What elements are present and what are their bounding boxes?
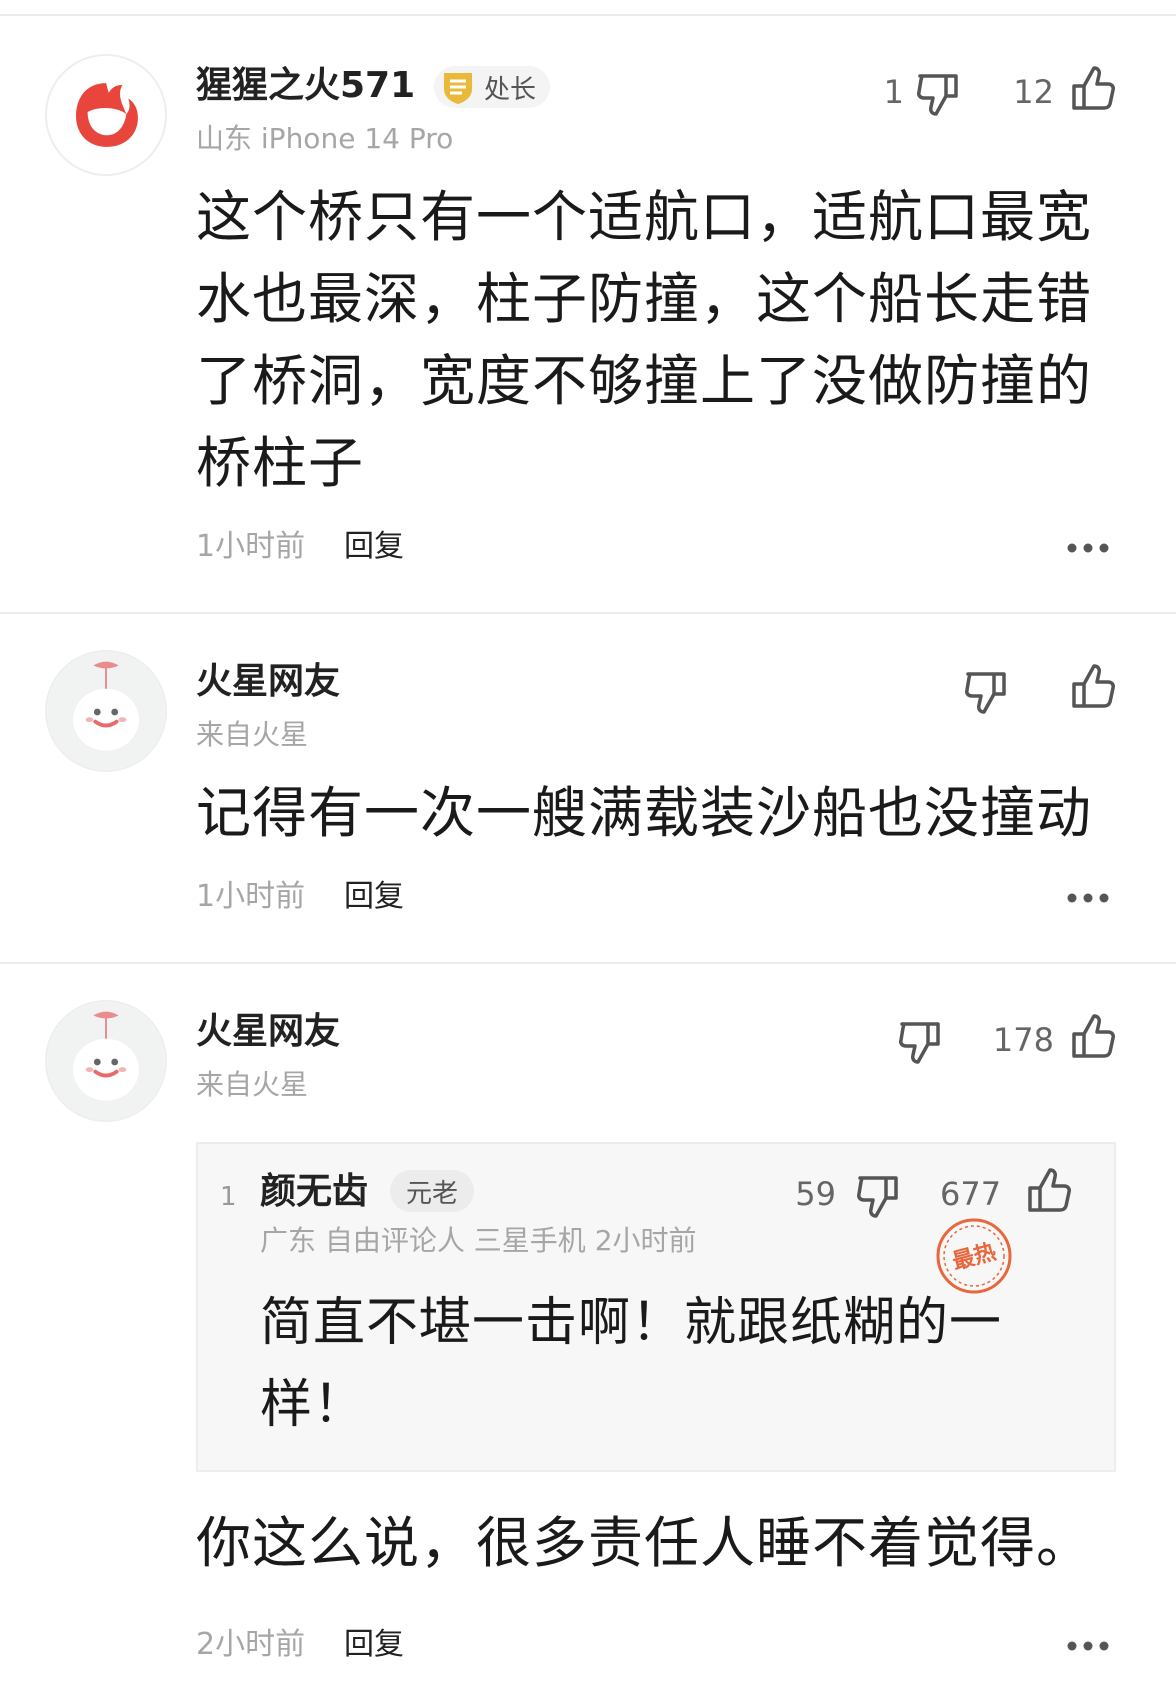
user-meta: 来自火星 (196, 1068, 309, 1101)
quote-meta: 广东 自由评论人 三星手机 2小时前 (260, 1224, 697, 1257)
username[interactable]: 火星网友 (196, 1010, 340, 1054)
quote-user-badge: 元老 (390, 1170, 475, 1212)
timestamp: 1小时前 (196, 529, 306, 564)
more-dots-icon[interactable] (1064, 888, 1112, 908)
comment-item: 猩猩之火571 处长 山东 iPhone 14 Pro 1 12 这个桥只有一个… (0, 0, 1176, 620)
avatar[interactable] (45, 650, 167, 772)
hot-stamp-label: 最热 (950, 1239, 999, 1276)
avatar[interactable] (45, 54, 167, 176)
reply-button[interactable]: 回复 (344, 528, 404, 566)
mars-avatar-icon (47, 1002, 165, 1120)
thumbs-up-icon[interactable] (1022, 1164, 1076, 1218)
quote-dislike-count: 59 (795, 1175, 836, 1213)
thumbs-down-icon[interactable] (852, 1168, 906, 1222)
more-dots-icon[interactable] (1064, 1636, 1112, 1656)
mars-avatar-icon (47, 652, 165, 770)
username[interactable]: 猩猩之火571 (196, 64, 415, 108)
comment-divider (0, 612, 1176, 614)
more-dots-icon[interactable] (1064, 538, 1112, 558)
flame-logo-icon (47, 56, 165, 174)
quoted-comment[interactable]: 1 颜无齿 元老 广东 自由评论人 三星手机 2小时前 59 677 最热 简直… (196, 1142, 1116, 1472)
thumbs-down-icon[interactable] (960, 664, 1014, 718)
badge-label: 处长 (484, 74, 537, 105)
reply-button[interactable]: 回复 (344, 878, 404, 916)
user-meta: 来自火星 (196, 718, 309, 751)
thumbs-up-icon[interactable] (1066, 1010, 1120, 1064)
quote-username[interactable]: 颜无齿 (260, 1170, 368, 1214)
comment-divider (0, 962, 1176, 964)
user-meta: 山东 iPhone 14 Pro (196, 122, 454, 155)
quote-text: 简直不堪一击啊！就跟纸糊的一样！ (260, 1293, 1003, 1435)
timestamp: 2小时前 (196, 1627, 306, 1662)
shield-badge-icon (438, 67, 478, 107)
comment-text: 记得有一次一艘满载装沙船也没撞动 (196, 781, 1093, 845)
timestamp: 1小时前 (196, 879, 306, 914)
avatar[interactable] (45, 1000, 167, 1122)
reply-button[interactable]: 回复 (344, 1626, 404, 1664)
comment-text: 你这么说，很多责任人睡不着觉得。 (196, 1511, 1093, 1575)
thumbs-down-icon[interactable] (894, 1014, 948, 1068)
thumbs-down-icon[interactable] (912, 66, 966, 120)
quote-like-count: 677 (940, 1175, 1002, 1213)
like-count: 178 (992, 1021, 1054, 1059)
comment-text: 这个桥只有一个适航口，适航口最宽水也最深，柱子防撞，这个船长走错了桥洞，宽度不够… (196, 185, 1093, 495)
thumbs-up-icon[interactable] (1066, 62, 1120, 116)
dislike-count: 1 (883, 73, 904, 111)
like-count: 12 (1013, 73, 1054, 111)
quote-rank: 1 (220, 1182, 237, 1212)
user-badge: 处长 (434, 66, 551, 108)
username[interactable]: 火星网友 (196, 660, 340, 704)
thumbs-up-icon[interactable] (1066, 660, 1120, 714)
